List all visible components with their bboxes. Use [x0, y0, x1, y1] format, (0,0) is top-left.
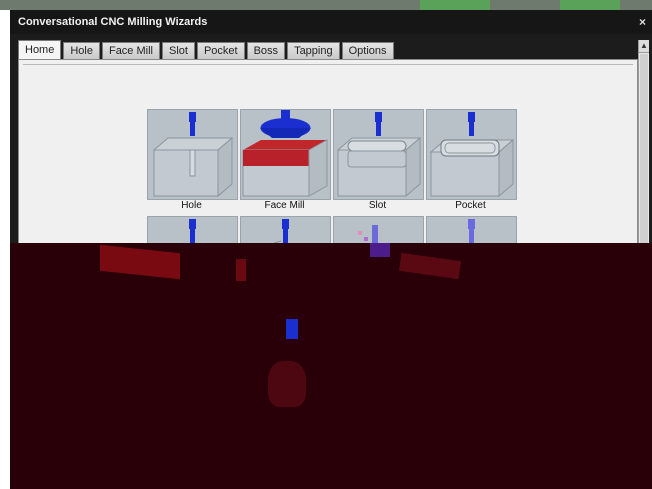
close-icon[interactable]: ×: [639, 10, 646, 34]
slot-wizard-card[interactable]: [333, 109, 424, 200]
wizard-thumbnail-shadow: [399, 252, 461, 280]
question-mark-icon: [268, 361, 306, 407]
hole-wizard-card[interactable]: [147, 109, 238, 200]
scroll-up-icon[interactable]: ▲: [639, 40, 649, 53]
tab-tapping[interactable]: Tapping: [287, 42, 340, 60]
divider: [23, 64, 633, 65]
dark-overlay-region: [10, 243, 652, 489]
wizard-thumbnail-shadow: [370, 243, 390, 257]
background-taskbar-strip: [0, 0, 652, 10]
title-bar: Conversational CNC Milling Wizards ×: [10, 10, 652, 34]
tab-bar: Home Hole Face Mill Slot Pocket Boss Tapping Op…: [18, 40, 396, 60]
face-mill-operation-icon: [242, 110, 328, 197]
wizard-window: Conversational CNC Milling Wizards × Hom…: [10, 10, 652, 489]
pocket-operation-icon: [429, 112, 515, 198]
tab-slot[interactable]: Slot: [161, 42, 195, 60]
face-mill-wizard-label: Face Mill: [264, 200, 305, 211]
tab-boss[interactable]: Boss: [246, 42, 286, 60]
face-mill-wizard-card[interactable]: [240, 109, 331, 200]
hole-operation-icon: [152, 112, 234, 198]
vertical-scrollbar[interactable]: ▲: [638, 40, 649, 249]
window-title: Conversational CNC Milling Wizards: [18, 16, 208, 28]
slot-wizard-label: Slot: [368, 200, 387, 211]
tab-home[interactable]: Home: [18, 40, 62, 60]
wizard-thumbnail-shadow: [236, 259, 246, 281]
tab-pocket[interactable]: Pocket: [196, 42, 245, 60]
slot-operation-icon: [336, 112, 422, 198]
tab-face-mill[interactable]: Face Mill: [101, 42, 160, 60]
wizard-thumbnail-shadow: [100, 244, 180, 280]
pocket-wizard-card[interactable]: [426, 109, 517, 200]
tab-options[interactable]: Options: [341, 42, 394, 60]
hole-wizard-label: Hole: [181, 200, 202, 211]
question-wizard-tool-icon: [286, 319, 298, 339]
scroll-thumb[interactable]: [640, 54, 648, 244]
home-panel: Hole Face Mill Slot Pocket: [18, 59, 638, 251]
pocket-wizard-label: Pocket: [455, 200, 486, 211]
tab-hole[interactable]: Hole: [63, 42, 100, 60]
